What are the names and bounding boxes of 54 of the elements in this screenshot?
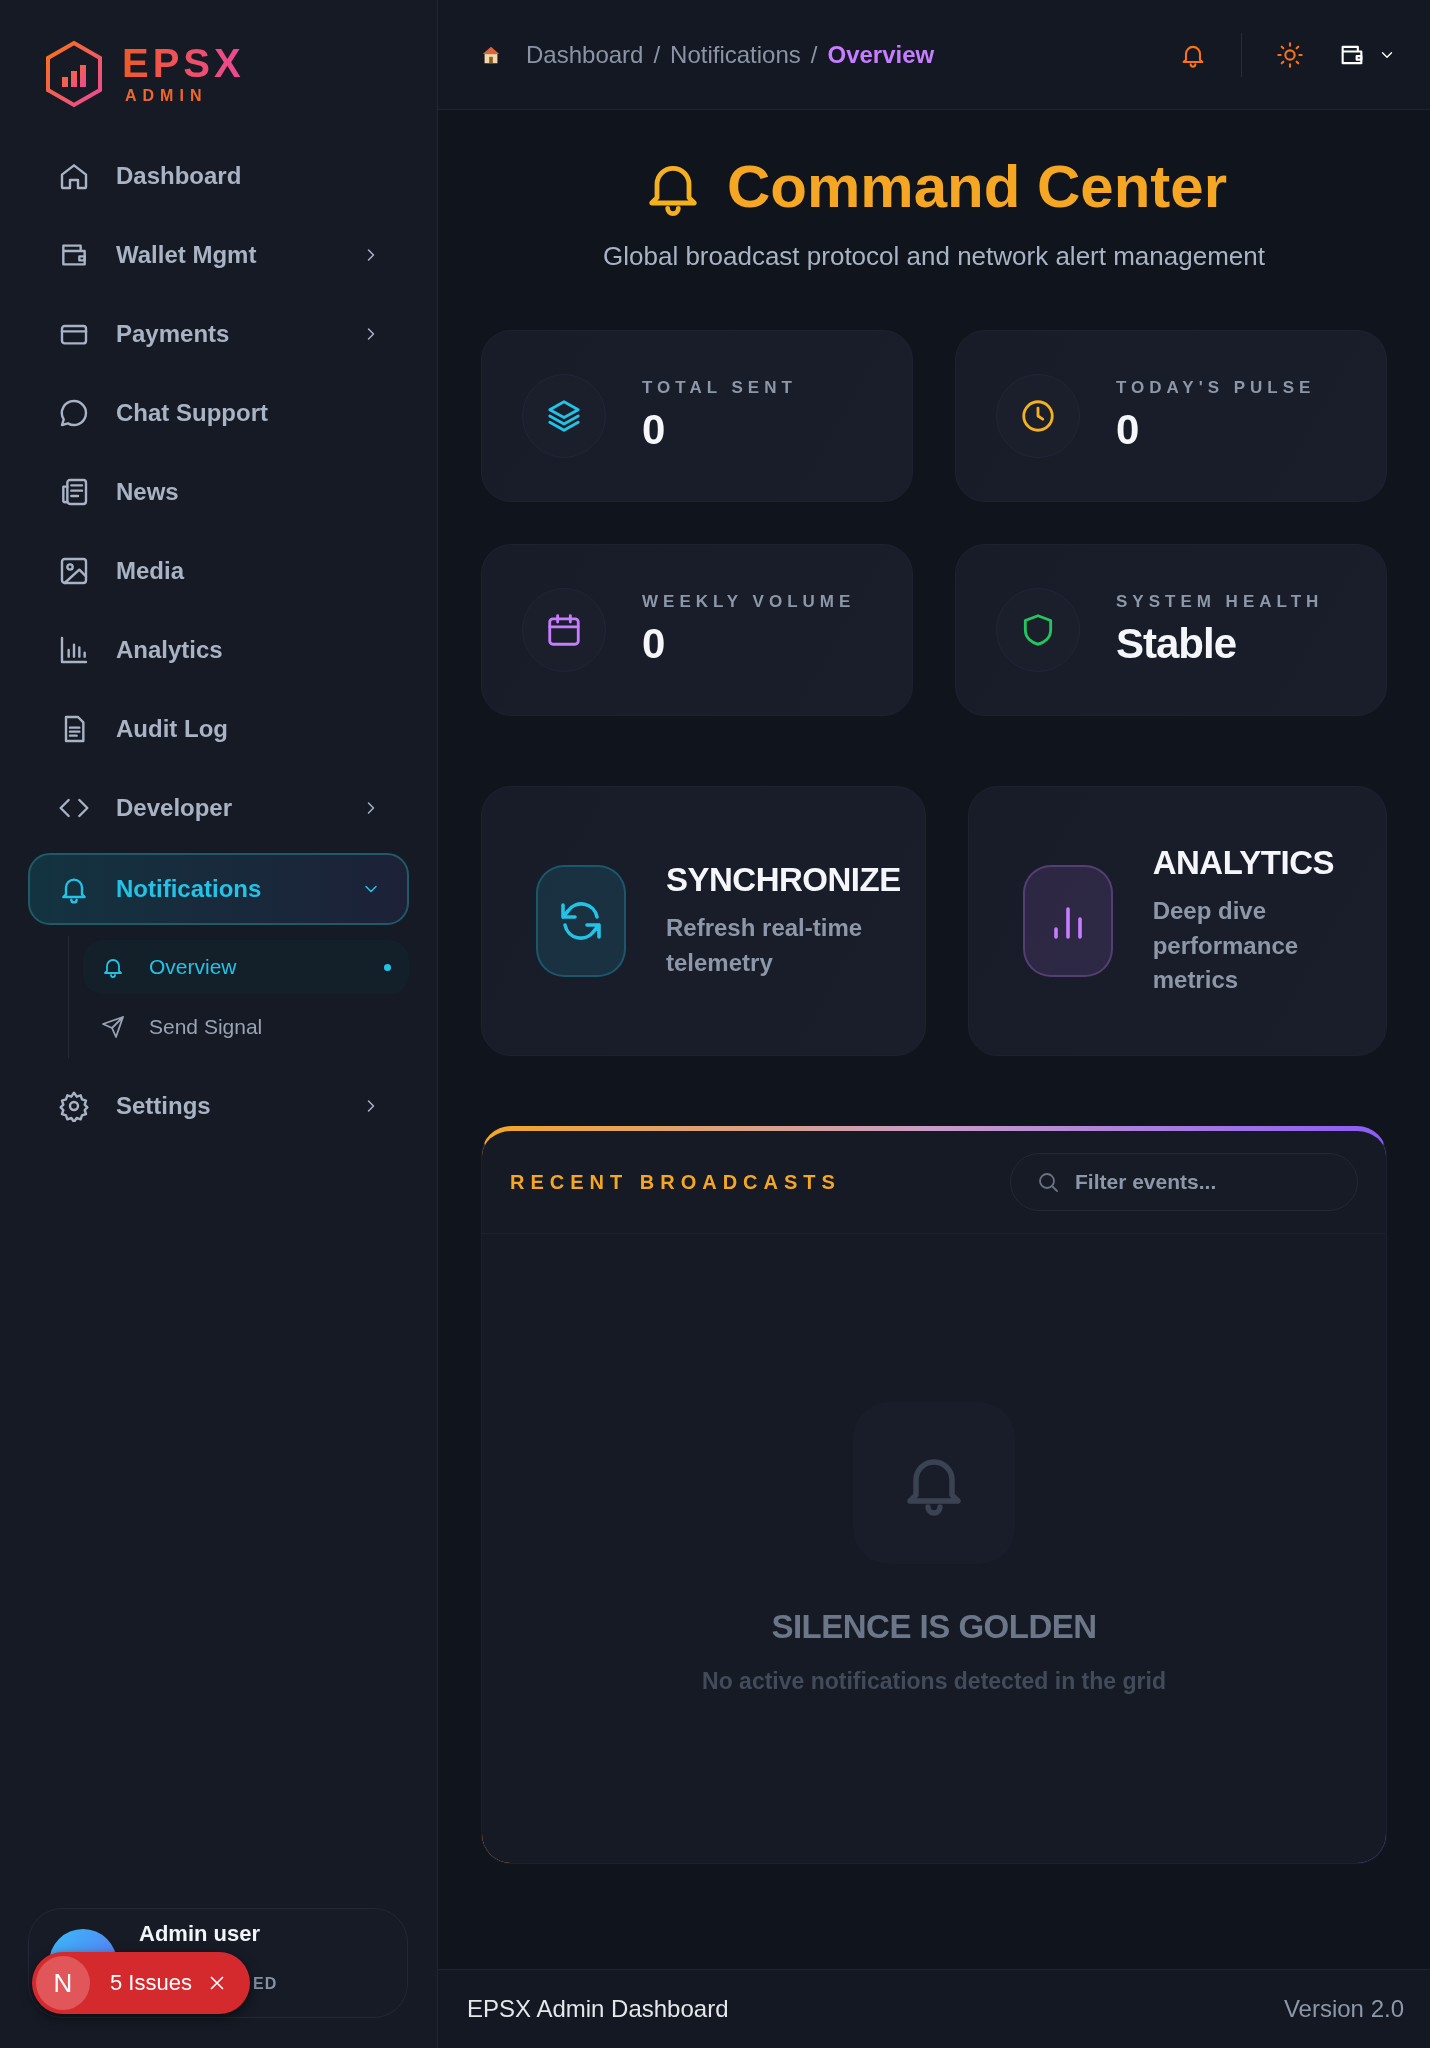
stat-value: 0 <box>1116 406 1140 454</box>
action-description: Refresh real-time telemetry <box>666 913 864 978</box>
user-name: Admin user <box>139 1921 261 1947</box>
sidebar-item[interactable]: Wallet Mgmt <box>28 221 409 289</box>
brand-subtitle: ADMIN <box>124 87 209 105</box>
action-description: Deep dive performance metrics <box>1152 895 1300 996</box>
issues-toast[interactable]: N 5 Issues <box>32 1952 250 2014</box>
sidebar-item[interactable]: Notifications <box>28 853 409 925</box>
sidebar-item[interactable]: Chat Support <box>28 379 409 447</box>
version-label: Version 2.0 <box>1283 1995 1404 2023</box>
sidebar-item[interactable]: Settings <box>28 1072 409 1140</box>
sidebar-item[interactable]: Developer <box>28 774 409 842</box>
active-dot <box>384 963 391 971</box>
stat-label: WEEKLY VOLUME <box>642 592 856 612</box>
breadcrumb-separator: / <box>810 40 818 69</box>
toast-badge: N <box>36 1956 90 2010</box>
submenu-item[interactable]: Overview <box>83 940 409 994</box>
user-role: ED <box>253 1975 278 1993</box>
stat-value: 0 <box>642 620 666 668</box>
sidebar-item[interactable]: News <box>28 458 409 526</box>
settings-icon <box>58 1090 90 1122</box>
paper-plane-icon <box>101 1015 125 1039</box>
stat-label: TODAY'S PULSE <box>1116 378 1316 398</box>
action-title: SYNCHRONIZE <box>666 861 901 900</box>
footer-title: EPSX Admin Dashboard <box>467 1995 729 2023</box>
action-card[interactable]: SYNCHRONIZE Refresh real-time telemetry <box>481 786 926 1056</box>
stat-value: Stable <box>1116 620 1238 668</box>
search-field[interactable]: Filter events... <box>1010 1153 1358 1211</box>
bar-chart-icon <box>58 634 90 666</box>
stat-label: SYSTEM HEALTH <box>1116 592 1324 612</box>
sun-icon[interactable] <box>1276 40 1304 69</box>
breadcrumb-link[interactable]: Notifications <box>670 40 801 69</box>
image-icon <box>58 555 90 587</box>
page-subtitle: Global broadcast protocol and network alert management <box>603 241 1265 272</box>
empty-state-title: SILENCE IS GOLDEN <box>771 1608 1097 1646</box>
action-card[interactable]: ANALYTICS Deep dive performance metrics <box>967 786 1387 1056</box>
chat-bubble-icon <box>58 397 90 429</box>
sidebar-item[interactable]: Analytics <box>28 616 409 684</box>
sidebar-item[interactable]: Media <box>28 537 409 605</box>
stat-label: TOTAL SENT <box>642 378 797 398</box>
action-title: ANALYTICS <box>1152 843 1335 882</box>
page-title: Command Center <box>726 152 1228 221</box>
submenu-item[interactable]: Send Signal <box>83 1000 409 1054</box>
breadcrumb-link[interactable]: Dashboard <box>526 40 644 69</box>
sidebar-item[interactable]: Payments <box>28 300 409 368</box>
stat-value: 0 <box>642 406 666 454</box>
issues-label: 5 Issues <box>110 1970 192 1996</box>
sidebar-item[interactable]: Audit Log <box>28 695 409 763</box>
search-icon <box>1036 1170 1060 1194</box>
breadcrumb-link[interactable]: Overview <box>827 40 935 69</box>
bell-icon <box>853 1402 1015 1564</box>
sidebar-item[interactable]: Dashboard <box>28 142 409 210</box>
panel-title: RECENT BROADCASTS <box>510 1170 841 1194</box>
breadcrumb-separator: / <box>653 40 661 69</box>
